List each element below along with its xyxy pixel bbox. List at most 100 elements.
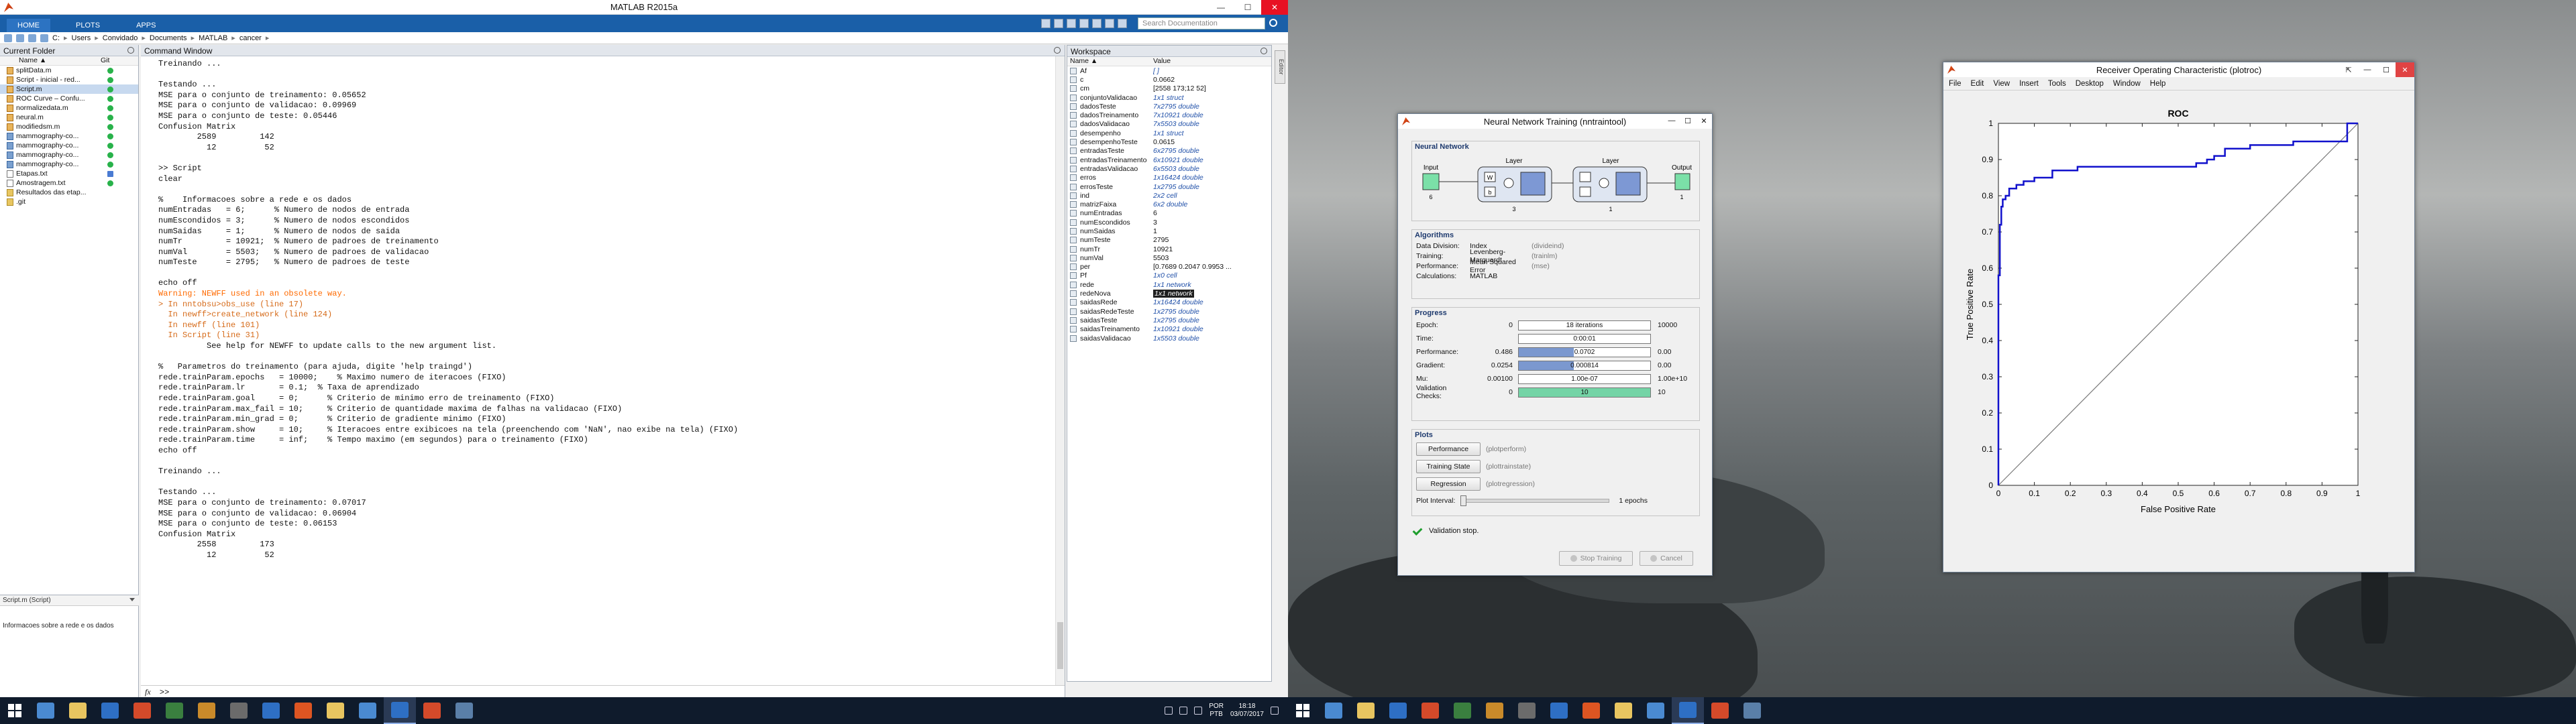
menu-edit[interactable]: Edit	[1971, 80, 1984, 88]
taskbar-app-icon[interactable]	[1736, 697, 1768, 724]
workspace-variable-row[interactable]: entradasTeste 6x2795 double	[1067, 147, 1271, 156]
workspace-variable-row[interactable]: Af [ ]	[1067, 66, 1271, 75]
address-bar[interactable]: C: ▸ Users ▸ Convidado ▸ Documents ▸ MAT…	[0, 32, 1288, 44]
column-name[interactable]: Name ▲	[0, 56, 101, 65]
workspace-variable-row[interactable]: c 0.0662	[1067, 75, 1271, 84]
workspace-variable-row[interactable]: cm [2558 173;12 52]	[1067, 84, 1271, 93]
taskbar-app-icon[interactable]	[1479, 697, 1511, 724]
taskbar-app-icon[interactable]	[1318, 697, 1350, 724]
workspace-variable-row[interactable]: desempenho 1x1 struct	[1067, 129, 1271, 137]
workspace-variable-row[interactable]: numTr 10921	[1067, 245, 1271, 253]
file-list-item[interactable]: mammography-co...	[0, 131, 138, 141]
undo-icon[interactable]	[1092, 19, 1102, 28]
taskbar-app-icon[interactable]	[191, 697, 223, 724]
workspace-variable-row[interactable]: numEscondidos 3	[1067, 218, 1271, 227]
tab-apps[interactable]: APPS	[125, 19, 166, 32]
dock-button[interactable]: ⇱	[2339, 62, 2358, 77]
breadcrumb-item[interactable]: Convidado	[103, 34, 138, 42]
taskbar-app-icon[interactable]	[1350, 697, 1382, 724]
workspace-variable-row[interactable]: saidasTeste 1x2795 double	[1067, 316, 1271, 324]
taskbar-app-icon[interactable]	[223, 697, 255, 724]
panel-actions-icon[interactable]	[1054, 47, 1061, 54]
taskbar-app-icon[interactable]	[255, 697, 287, 724]
stop-training-button[interactable]: Stop Training	[1559, 551, 1633, 566]
workspace-variable-row[interactable]: numTeste 2795	[1067, 236, 1271, 245]
plot-training-state-button[interactable]: Training State	[1416, 460, 1481, 473]
vertical-scrollbar[interactable]	[1055, 56, 1065, 685]
slider-knob[interactable]	[1460, 495, 1467, 506]
column-git[interactable]: Git	[101, 56, 109, 65]
taskbar-app-icon[interactable]	[1575, 697, 1607, 724]
file-list-item[interactable]: modifiedsm.m	[0, 122, 138, 131]
back-icon[interactable]	[4, 34, 12, 42]
workspace-variable-row[interactable]: dadosTreinamento 7x10921 double	[1067, 111, 1271, 119]
minimize-button[interactable]: —	[2358, 62, 2377, 77]
plot-performance-button[interactable]: Performance	[1416, 442, 1481, 456]
tray-up-arrow-icon[interactable]	[1165, 707, 1173, 715]
workspace-variable-row[interactable]: saidasTreinamento 1x10921 double	[1067, 325, 1271, 334]
workspace-variable-row[interactable]: entradasValidacao 6x5503 double	[1067, 164, 1271, 173]
taskbar-app-icon[interactable]	[1672, 697, 1704, 724]
plot-regression-button[interactable]: Regression	[1416, 477, 1481, 491]
close-button[interactable]: ✕	[2396, 62, 2414, 77]
breadcrumb-item[interactable]: C:	[52, 34, 60, 42]
tab-home[interactable]: HOME	[7, 19, 50, 32]
taskbar-app-icon[interactable]	[1414, 697, 1446, 724]
language-indicator[interactable]: POR PTB	[1209, 703, 1224, 719]
taskbar-app-icon[interactable]	[1382, 697, 1414, 724]
file-list-item[interactable]: .git	[0, 197, 138, 206]
close-button[interactable]: ✕	[1696, 114, 1712, 127]
file-list-item[interactable]: Script.m	[0, 84, 138, 94]
taskbar-app-icon[interactable]	[62, 697, 94, 724]
taskbar-app-icon[interactable]	[1511, 697, 1543, 724]
workspace-variable-row[interactable]: entradasTreinamento 6x10921 double	[1067, 156, 1271, 164]
search-icon[interactable]	[1269, 19, 1277, 27]
workspace-variable-row[interactable]: desempenhoTeste 0.0615	[1067, 137, 1271, 146]
taskbar-app-icon[interactable]	[287, 697, 319, 724]
maximize-button[interactable]: ☐	[1680, 114, 1696, 127]
start-button[interactable]	[1288, 697, 1318, 724]
breadcrumb-item[interactable]: Documents	[150, 34, 187, 42]
volume-icon[interactable]	[1194, 707, 1203, 715]
column-name[interactable]: Name ▲	[1067, 57, 1153, 66]
taskbar-app-icon[interactable]	[158, 697, 191, 724]
file-list-item[interactable]: Resultados das etap...	[0, 188, 138, 197]
taskbar-app-icon[interactable]	[448, 697, 480, 724]
start-button[interactable]	[0, 697, 30, 724]
minimize-button[interactable]: —	[1664, 114, 1680, 127]
browse-folder-icon[interactable]	[40, 34, 48, 42]
file-list-item[interactable]: neural.m	[0, 113, 138, 122]
workspace-variable-row[interactable]: numSaidas 1	[1067, 227, 1271, 235]
workspace-variable-row[interactable]: errosTeste 1x2795 double	[1067, 182, 1271, 191]
taskbar-app-icon[interactable]	[94, 697, 126, 724]
taskbar-app-icon[interactable]	[1543, 697, 1575, 724]
taskbar-app-icon[interactable]	[1607, 697, 1640, 724]
function-browser-icon[interactable]: fx	[145, 687, 151, 697]
file-list-item[interactable]: splitData.m	[0, 66, 138, 75]
workspace-variable-row[interactable]: dadosTeste 7x2795 double	[1067, 102, 1271, 111]
workspace-variable-row[interactable]: ind 2x2 cell	[1067, 191, 1271, 200]
stack-trace-link[interactable]: In newff>create_network (line 124)	[158, 310, 1055, 320]
cancel-button[interactable]: Cancel	[1640, 551, 1693, 566]
workspace-variable-row[interactable]: numEntradas 6	[1067, 209, 1271, 218]
column-value[interactable]: Value	[1153, 57, 1171, 66]
file-list-item[interactable]: normalizedata.m	[0, 103, 138, 113]
workspace-variable-row[interactable]: numVal 5503	[1067, 253, 1271, 262]
breadcrumb-item[interactable]: cancer	[239, 34, 262, 42]
file-list-item[interactable]: mammography-co...	[0, 141, 138, 150]
panel-actions-icon[interactable]	[127, 47, 134, 54]
menu-insert[interactable]: Insert	[2019, 80, 2039, 88]
paste-icon[interactable]	[1079, 19, 1089, 28]
breadcrumb-item[interactable]: MATLAB	[199, 34, 227, 42]
breadcrumb-item[interactable]: Users	[72, 34, 91, 42]
taskbar-app-icon[interactable]	[319, 697, 352, 724]
workspace-variable-row[interactable]: per [0.7689 0.2047 0.9953 ...	[1067, 263, 1271, 272]
file-list-item[interactable]: Amostragem.txt	[0, 178, 138, 188]
taskbar-app-icon[interactable]	[1704, 697, 1736, 724]
help-icon[interactable]	[1118, 19, 1127, 28]
taskbar-app-icon[interactable]	[384, 697, 416, 724]
menu-tools[interactable]: Tools	[2048, 80, 2066, 88]
redo-icon[interactable]	[1105, 19, 1114, 28]
command-window-panel[interactable]: Command Window Treinando ... Testando ...…	[141, 45, 1065, 697]
maximize-button[interactable]: ☐	[1234, 0, 1261, 15]
